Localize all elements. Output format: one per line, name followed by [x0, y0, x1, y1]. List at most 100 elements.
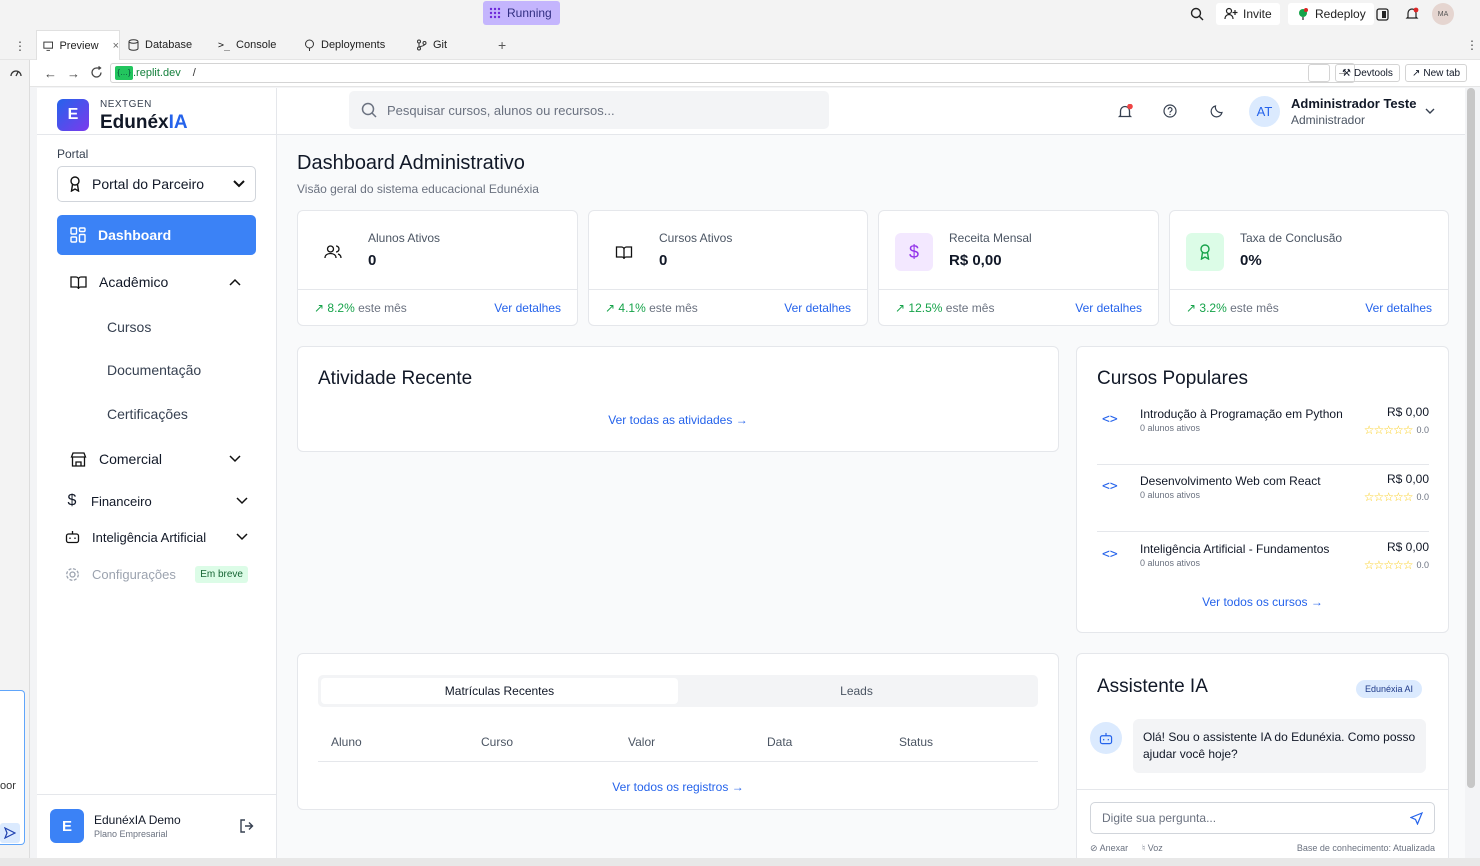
details-link[interactable]: Ver detalhes	[494, 301, 561, 315]
course-students: 0 alunos ativos	[1140, 423, 1201, 433]
url-host: .replit.dev	[133, 67, 181, 79]
scrollbar-thumb[interactable]	[1467, 88, 1475, 788]
question-input[interactable]: Digite sua pergunta...	[1090, 802, 1435, 834]
screen-icon[interactable]	[1308, 64, 1330, 82]
send-button[interactable]	[0, 823, 20, 843]
send-icon[interactable]	[1410, 811, 1423, 825]
user-name: EdunéxIA Demo	[94, 813, 181, 827]
bell-icon[interactable]	[1117, 104, 1133, 120]
voice-button[interactable]: ♮ Voz	[1142, 843, 1163, 854]
new-tab-label: New tab	[1423, 67, 1461, 79]
forward-icon[interactable]: →	[67, 66, 80, 81]
help-icon[interactable]	[1163, 104, 1177, 118]
sidebar-subitem-certificacoes[interactable]: Certificações	[107, 406, 188, 422]
moon-icon[interactable]	[1210, 104, 1224, 118]
sidebar-subitem-documentacao[interactable]: Documentação	[107, 362, 201, 378]
tab-git[interactable]: Git	[410, 30, 447, 60]
tab-database[interactable]: Database	[122, 30, 192, 60]
divider	[318, 761, 1038, 762]
header-user-role: Administrador	[1291, 113, 1366, 127]
notification-icon[interactable]	[1405, 3, 1419, 25]
column-header: Aluno	[331, 735, 362, 749]
avatar: MA	[1432, 3, 1454, 25]
tab-console[interactable]: >_ Console	[212, 30, 276, 60]
brand-top: NEXTGEN	[100, 99, 152, 110]
details-link[interactable]: Ver detalhes	[1075, 301, 1142, 315]
details-link[interactable]: Ver detalhes	[784, 301, 851, 315]
invite-button[interactable]: Invite	[1216, 3, 1280, 25]
scrollbar[interactable]	[1467, 88, 1475, 788]
chat-panel	[0, 690, 25, 845]
gear-icon	[66, 567, 79, 581]
reload-icon[interactable]	[90, 66, 103, 79]
gauge-icon[interactable]	[10, 67, 22, 77]
search-input[interactable]: Pesquisar cursos, alunos ou recursos...	[349, 91, 829, 129]
more-icon[interactable]: ⋮	[1466, 38, 1478, 52]
sidebar-item-academico[interactable]: Acadêmico	[57, 272, 256, 292]
add-tab-icon[interactable]: +	[498, 37, 506, 53]
sidebar-item-label: Configurações	[92, 566, 176, 582]
rating: ☆☆☆☆☆ 0.0	[1364, 423, 1429, 437]
main: Pesquisar cursos, alunos ou recursos... …	[277, 88, 1465, 858]
tab-deployments[interactable]: Deployments	[298, 30, 385, 60]
portal-select[interactable]: Portal do Parceiro	[57, 166, 256, 202]
back-icon[interactable]: ←	[44, 66, 57, 81]
new-tab-button[interactable]: ↗ New tab	[1405, 64, 1468, 82]
devtools-button[interactable]: ⚒ Devtools	[1335, 64, 1400, 82]
all-courses-link[interactable]: Ver todos os cursos →	[1077, 595, 1448, 609]
header-user-name[interactable]: Administrador Teste	[1291, 96, 1416, 111]
sidebar-item-ia[interactable]: Inteligência Artificial	[57, 527, 256, 547]
attach-button[interactable]: ⊘ Anexar	[1090, 843, 1128, 854]
tab-matriculas[interactable]: Matrículas Recentes	[321, 678, 678, 704]
list-item[interactable]: <> Desenvolvimento Web com React 0 aluno…	[1097, 472, 1429, 532]
url-bar: ← → {…} .replit.dev / → ⚒ Devtools ↗ New t…	[30, 60, 1480, 87]
url-input[interactable]: {…} .replit.dev / →	[110, 63, 1355, 83]
replit-avatar[interactable]: MA	[1432, 3, 1454, 25]
link-label: Ver todas as atividades	[608, 413, 733, 427]
deploy-icon	[305, 39, 314, 51]
list-item[interactable]: <> Inteligência Artificial - Fundamentos…	[1097, 540, 1429, 600]
tab-preview[interactable]: Preview ×	[36, 30, 120, 60]
running-status[interactable]: Running	[483, 1, 560, 25]
course-price: R$ 0,00	[1386, 472, 1429, 486]
list-item[interactable]: <> Introdução à Programação em Python 0 …	[1097, 405, 1429, 465]
more-icon[interactable]: ⋮	[14, 39, 26, 53]
sidebar-subitem-cursos[interactable]: Cursos	[107, 319, 151, 335]
code-icon: <>	[1102, 479, 1118, 494]
stat-label: Taxa de Conclusão	[1240, 231, 1343, 245]
kb-status: Base de conhecimento: Atualizada	[1296, 843, 1435, 853]
sidebar-item-dashboard[interactable]: Dashboard	[57, 215, 256, 255]
sidebar-item-comercial[interactable]: Comercial	[57, 449, 256, 469]
monitor-icon	[43, 41, 54, 51]
rating-value: 0.0	[1416, 425, 1429, 435]
search-icon[interactable]	[1190, 3, 1204, 25]
dollar-icon: $	[895, 233, 933, 271]
assistant-title: Assistente IA	[1097, 676, 1208, 697]
window-icon[interactable]	[1376, 3, 1389, 25]
logout-icon[interactable]	[239, 819, 255, 833]
running-label: Running	[507, 6, 552, 20]
panel-text: oor	[0, 780, 16, 792]
database-icon	[128, 39, 139, 51]
all-activities-link[interactable]: Ver todas as atividades →	[298, 413, 1058, 427]
avatar[interactable]: AT	[1249, 96, 1280, 127]
redeploy-button[interactable]: Redeploy	[1288, 3, 1374, 25]
course-name: Inteligência Artificial - Fundamentos	[1140, 542, 1330, 556]
stat-label: Alunos Ativos	[368, 231, 441, 245]
trend-suffix: este mês	[945, 300, 995, 315]
mic-icon: ♮	[1142, 843, 1146, 853]
sidebar-item-financeiro[interactable]: $ Financeiro	[57, 491, 256, 511]
sidebar: E NEXTGEN EdunéxIA Portal Portal do Parc…	[37, 88, 277, 858]
details-link[interactable]: Ver detalhes	[1365, 301, 1432, 315]
trend-suffix: este mês	[1230, 300, 1279, 315]
course-price: R$ 0,00	[1386, 405, 1429, 419]
git-icon	[417, 39, 427, 51]
tab-leads[interactable]: Leads	[678, 678, 1035, 704]
all-records-link[interactable]: Ver todos os registros →	[298, 780, 1058, 794]
replit-tabbar: ⋮ Preview × Database >_ Console Deployme…	[0, 30, 1480, 60]
chevron-down-icon[interactable]	[1425, 108, 1435, 115]
header: Pesquisar cursos, alunos ou recursos... …	[277, 88, 1465, 135]
popular-title: Cursos Populares	[1097, 368, 1249, 389]
close-icon[interactable]: ×	[113, 40, 119, 52]
stat-card-alunos: Alunos Ativos 0 ↗ 8.2% este mês Ver deta…	[297, 210, 578, 326]
